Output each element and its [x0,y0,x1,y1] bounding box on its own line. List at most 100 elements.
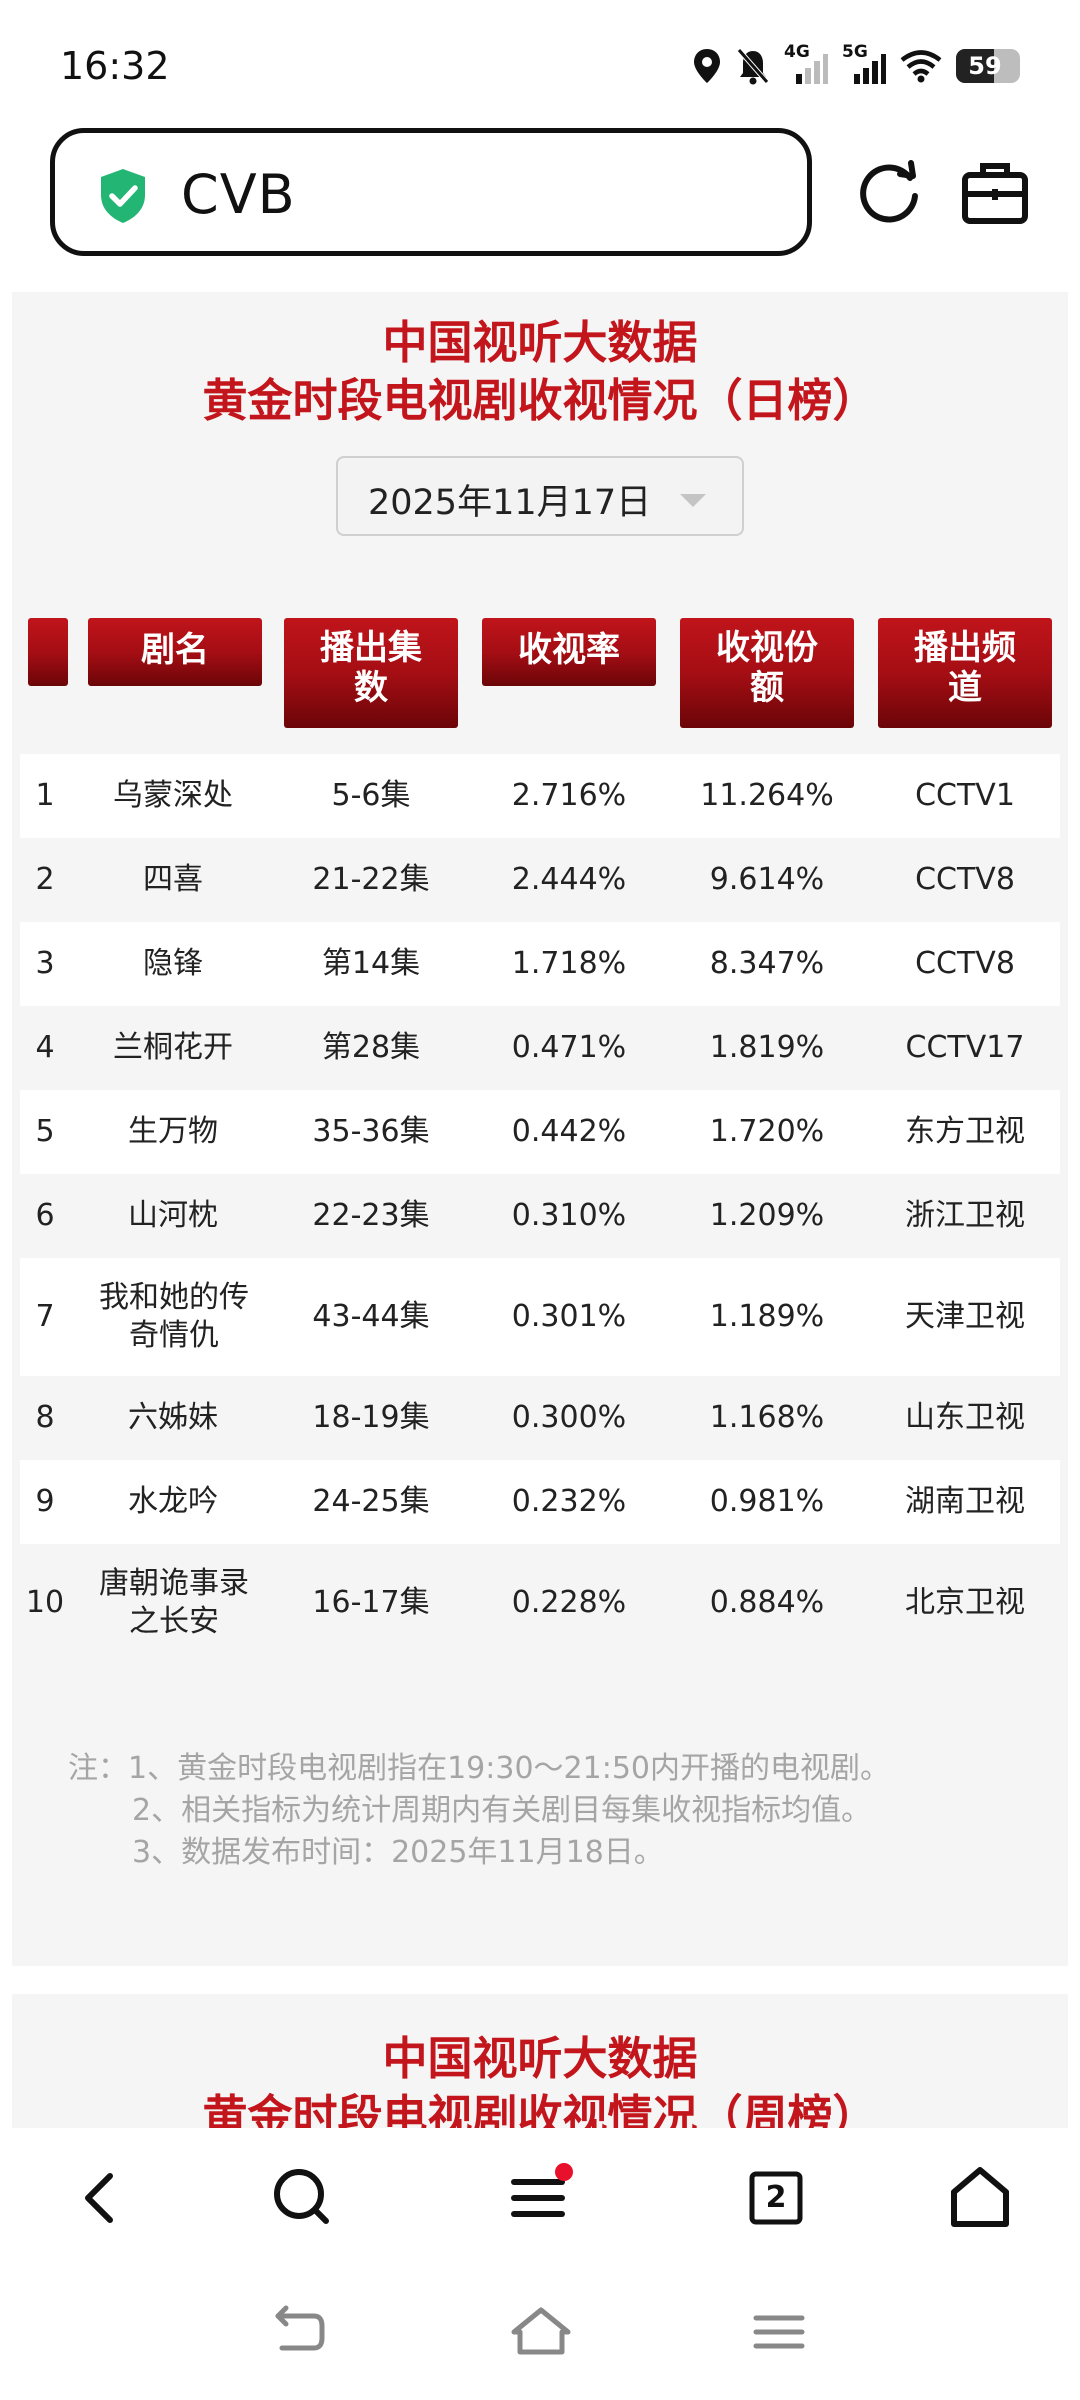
table-row: 2 四喜 21-22集 2.444% 9.614% CCTV8 [20,838,1060,922]
cell-share: 0.981% [709,1484,825,1519]
signal-4g-indicator: 4G [784,42,828,86]
table-row: 10 唐朝诡事录之长安 16-17集 0.228% 0.884% 北京卫视 [20,1544,1060,1662]
cell-rating: 0.228% [511,1585,627,1620]
weekly-ratings-panel: 中国视听大数据 黄金时段电视剧收视情况（周榜） [12,1994,1068,2128]
browser-toolbar: 2 [0,2128,1080,2270]
table-row: 9 水龙吟 24-25集 0.232% 0.981% 湖南卫视 [20,1460,1060,1544]
system-recents-icon[interactable] [744,2302,814,2362]
table-row: 7 我和她的传奇情仇 43-44集 0.301% 1.189% 天津卫视 [20,1258,1060,1376]
cell-rating: 1.718% [511,946,627,981]
address-bar[interactable]: CVB [50,128,812,256]
cell-channel: 北京卫视 [905,1585,1025,1620]
cell-episodes: 21-22集 [312,862,430,897]
home-icon[interactable] [940,2158,1020,2238]
cell-rank: 5 [35,1114,55,1149]
cell-name: 乌蒙深处 [113,778,233,813]
cell-rank: 3 [35,946,55,981]
cell-channel: 天津卫视 [905,1299,1025,1334]
header-share: 收视份额 [680,618,854,728]
reload-icon[interactable] [852,156,926,230]
back-icon[interactable] [62,2158,142,2238]
table-row: 5 生万物 35-36集 0.442% 1.720% 东方卫视 [20,1090,1060,1174]
cell-rank: 8 [35,1400,55,1435]
tab-count: 2 [765,2180,787,2215]
signal-bars-icon [796,54,828,84]
date-select[interactable]: 2025年11月17日 [336,456,744,536]
footnotes: 注：1、黄金时段电视剧指在19:30～21:50内开播的电视剧。 2、相关指标为… [68,1748,890,1874]
shield-check-icon [101,169,145,223]
footnote-2: 2、相关指标为统计周期内有关剧目每集收视指标均值。 [132,1793,872,1828]
header-episodes: 播出集数 [284,618,458,728]
cell-channel: 湖南卫视 [905,1484,1025,1519]
status-icons: 4G 5G 59 [692,42,1020,86]
cell-channel: CCTV8 [915,862,1015,897]
table-row: 4 兰桐花开 第28集 0.471% 1.819% CCTV17 [20,1006,1060,1090]
cell-channel: 浙江卫视 [905,1198,1025,1233]
cell-channel: CCTV1 [915,778,1015,813]
header-rating: 收视率 [482,618,656,686]
cell-rating: 0.301% [511,1299,627,1334]
signal-5g-indicator: 5G [842,42,886,86]
cell-episodes: 24-25集 [312,1484,430,1519]
cell-name: 山河枕 [128,1198,218,1233]
cell-episodes: 16-17集 [312,1585,430,1620]
cell-rating: 2.444% [511,862,627,897]
location-icon [694,49,720,83]
cell-channel: CCTV17 [905,1030,1025,1065]
cell-name: 生万物 [128,1114,218,1149]
menu-icon[interactable] [500,2158,580,2238]
cell-rating: 0.310% [511,1198,627,1233]
url-text: CVB [181,163,296,226]
cell-episodes: 35-36集 [312,1114,430,1149]
footnote-3: 3、数据发布时间：2025年11月18日。 [132,1835,664,1870]
cell-rank: 2 [35,862,55,897]
caret-down-icon [680,494,706,507]
cell-rank: 4 [35,1030,55,1065]
cell-share: 1.819% [709,1030,825,1065]
cell-share: 1.209% [709,1198,825,1233]
system-home-icon[interactable] [506,2302,576,2362]
panel-title-line2: 黄金时段电视剧收视情况（周榜） [202,2090,878,2128]
cell-share: 0.884% [709,1585,825,1620]
notification-dot [555,2163,573,2181]
cell-share: 9.614% [709,862,825,897]
cell-episodes: 第14集 [321,946,421,981]
table-row: 6 山河枕 22-23集 0.310% 1.209% 浙江卫视 [20,1174,1060,1258]
cell-name: 四喜 [143,862,203,897]
cell-rank: 1 [35,778,55,813]
toolbox-icon[interactable] [958,156,1032,230]
bell-muted-icon [737,48,769,85]
cell-episodes: 第28集 [321,1030,421,1065]
table-row: 1 乌蒙深处 5-6集 2.716% 11.264% CCTV1 [20,754,1060,838]
cell-rating: 0.232% [511,1484,627,1519]
header-rank [28,618,68,686]
status-bar: 16:32 4G 5G 59 [0,0,1080,120]
cell-rating: 0.442% [511,1114,627,1149]
search-icon[interactable] [262,2158,342,2238]
cell-name: 兰桐花开 [113,1030,233,1065]
system-navigation-bar [0,2270,1080,2400]
table-row: 3 隐锋 第14集 1.718% 8.347% CCTV8 [20,922,1060,1006]
cell-rank: 6 [35,1198,55,1233]
footnote-1: 注：1、黄金时段电视剧指在19:30～21:50内开播的电视剧。 [68,1751,890,1786]
cell-name: 唐朝诡事录之长安 [99,1566,249,1639]
cell-episodes: 18-19集 [312,1400,430,1435]
cell-channel: 山东卫视 [905,1400,1025,1435]
date-select-value: 2025年11月17日 [368,483,652,523]
header-channel: 播出频道 [878,618,1052,728]
battery-level: 59 [968,52,1002,80]
system-back-icon[interactable] [264,2302,334,2362]
tabs-button[interactable]: 2 [736,2158,816,2238]
cell-rating: 0.300% [511,1400,627,1435]
table-row: 8 六姊妹 18-19集 0.300% 1.168% 山东卫视 [20,1376,1060,1460]
battery-indicator: 59 [956,49,1020,83]
cell-episodes: 22-23集 [312,1198,430,1233]
cell-channel: 东方卫视 [905,1114,1025,1149]
cell-episodes: 43-44集 [312,1299,430,1334]
header-name: 剧名 [88,618,262,686]
cell-rating: 0.471% [511,1030,627,1065]
cell-share: 8.347% [709,946,825,981]
page-content[interactable]: 中国视听大数据 黄金时段电视剧收视情况（日榜） 2025年11月17日 剧名 播… [0,292,1080,2128]
cell-name: 六姊妹 [128,1400,218,1435]
cell-rating: 2.716% [511,778,627,813]
